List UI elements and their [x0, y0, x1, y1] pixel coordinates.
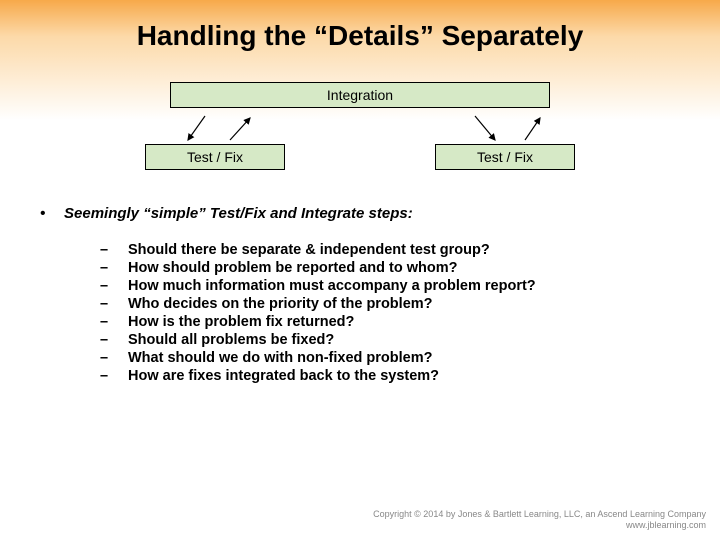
- dash-icon: –: [100, 278, 128, 294]
- arrow-pair-right: [410, 114, 550, 144]
- sub-text: How is the problem fix returned?: [128, 314, 354, 330]
- footer-url: www.jblearning.com: [373, 520, 706, 532]
- sub-bullet: –Should all problems be fixed?: [100, 332, 680, 348]
- sub-bullet: –What should we do with non-fixed proble…: [100, 350, 680, 366]
- copyright-text: Copyright © 2014 by Jones & Bartlett Lea…: [373, 509, 706, 521]
- sub-bullet: –Should there be separate & independent …: [100, 242, 680, 258]
- sub-bullet: –How are fixes integrated back to the sy…: [100, 368, 680, 384]
- dash-icon: –: [100, 368, 128, 384]
- slide-content: Handling the “Details” Separately Integr…: [0, 0, 720, 384]
- arrows-left: [170, 114, 310, 144]
- diagram: Integration: [120, 82, 600, 170]
- arrows-right: [410, 114, 550, 144]
- sub-bullet: –How is the problem fix returned?: [100, 314, 680, 330]
- slide-title: Handling the “Details” Separately: [40, 20, 680, 52]
- sub-bullet: –How should problem be reported and to w…: [100, 260, 680, 276]
- sub-text: How much information must accompany a pr…: [128, 278, 536, 294]
- testfix-box-left: Test / Fix: [145, 144, 285, 170]
- dash-icon: –: [100, 350, 128, 366]
- sub-text: How are fixes integrated back to the sys…: [128, 368, 439, 384]
- sub-bullet: –How much information must accompany a p…: [100, 278, 680, 294]
- bullet-dot: •: [40, 205, 64, 222]
- main-bullet-text: Seemingly “simple” Test/Fix and Integrat…: [64, 205, 413, 222]
- dash-icon: –: [100, 260, 128, 276]
- main-bullet: • Seemingly “simple” Test/Fix and Integr…: [40, 205, 680, 222]
- dash-icon: –: [100, 242, 128, 258]
- sub-text: What should we do with non-fixed problem…: [128, 350, 432, 366]
- arrows-row: [170, 114, 550, 144]
- dash-icon: –: [100, 296, 128, 312]
- sub-text: Should all problems be fixed?: [128, 332, 334, 348]
- integration-box: Integration: [170, 82, 550, 108]
- sub-text: Should there be separate & independent t…: [128, 242, 490, 258]
- sub-bullet: –Who decides on the priority of the prob…: [100, 296, 680, 312]
- dash-icon: –: [100, 332, 128, 348]
- footer: Copyright © 2014 by Jones & Bartlett Lea…: [373, 509, 706, 532]
- testfix-box-right: Test / Fix: [435, 144, 575, 170]
- bullet-list: • Seemingly “simple” Test/Fix and Integr…: [40, 205, 680, 384]
- arrow-pair-left: [170, 114, 310, 144]
- sub-bullet-list: –Should there be separate & independent …: [100, 242, 680, 384]
- testfix-row: Test / Fix Test / Fix: [145, 144, 575, 170]
- dash-icon: –: [100, 314, 128, 330]
- sub-text: Who decides on the priority of the probl…: [128, 296, 433, 312]
- sub-text: How should problem be reported and to wh…: [128, 260, 457, 276]
